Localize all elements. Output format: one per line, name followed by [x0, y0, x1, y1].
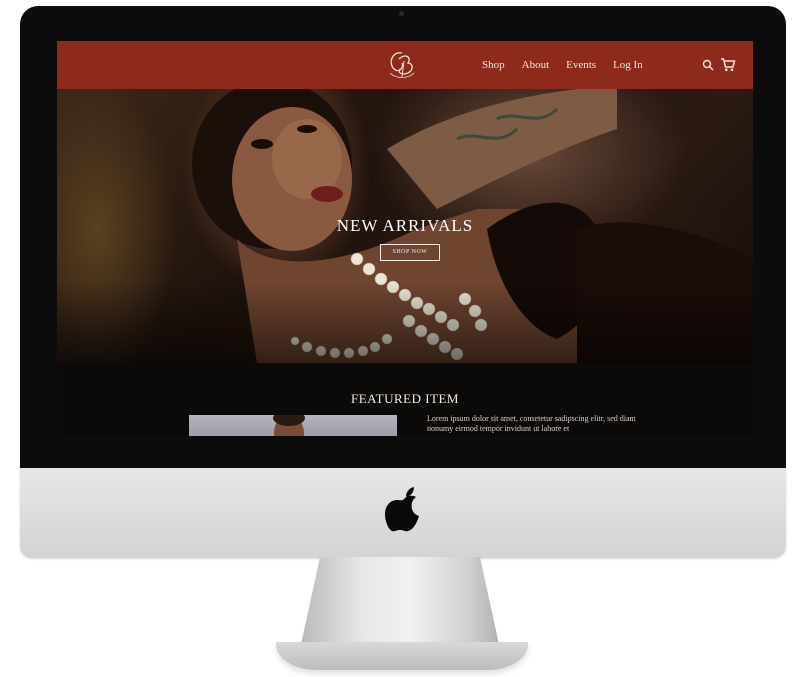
shop-now-button[interactable]: SHOP NOW — [380, 244, 440, 261]
monitor-base — [276, 642, 528, 670]
monitor-stand — [300, 557, 500, 649]
camera-icon — [399, 11, 404, 16]
navbar: Shop About Events Log In — [57, 41, 753, 89]
hero-banner: NEW ARRIVALS SHOP NOW — [57, 89, 753, 363]
cart-icon[interactable] — [720, 57, 736, 72]
nav-link-shop[interactable]: Shop — [482, 59, 505, 71]
featured-item-image[interactable] — [189, 415, 397, 436]
brand-logo[interactable] — [382, 47, 422, 83]
nav-link-login[interactable]: Log In — [613, 59, 643, 71]
search-icon[interactable] — [702, 59, 714, 71]
featured-description: Lorem ipsum dolor sit amet, consetetur s… — [427, 414, 636, 433]
apple-icon — [385, 487, 419, 532]
nav-link-events[interactable]: Events — [566, 59, 596, 71]
featured-model-photo — [273, 415, 305, 436]
website-screen: Shop About Events Log In NEW ARRIVALS SH… — [57, 41, 753, 436]
nav-links: Shop About Events Log In — [482, 41, 660, 89]
nav-link-about[interactable]: About — [522, 59, 550, 71]
featured-title: FEATURED ITEM — [351, 391, 459, 406]
hero-title: NEW ARRIVALS — [336, 216, 474, 235]
